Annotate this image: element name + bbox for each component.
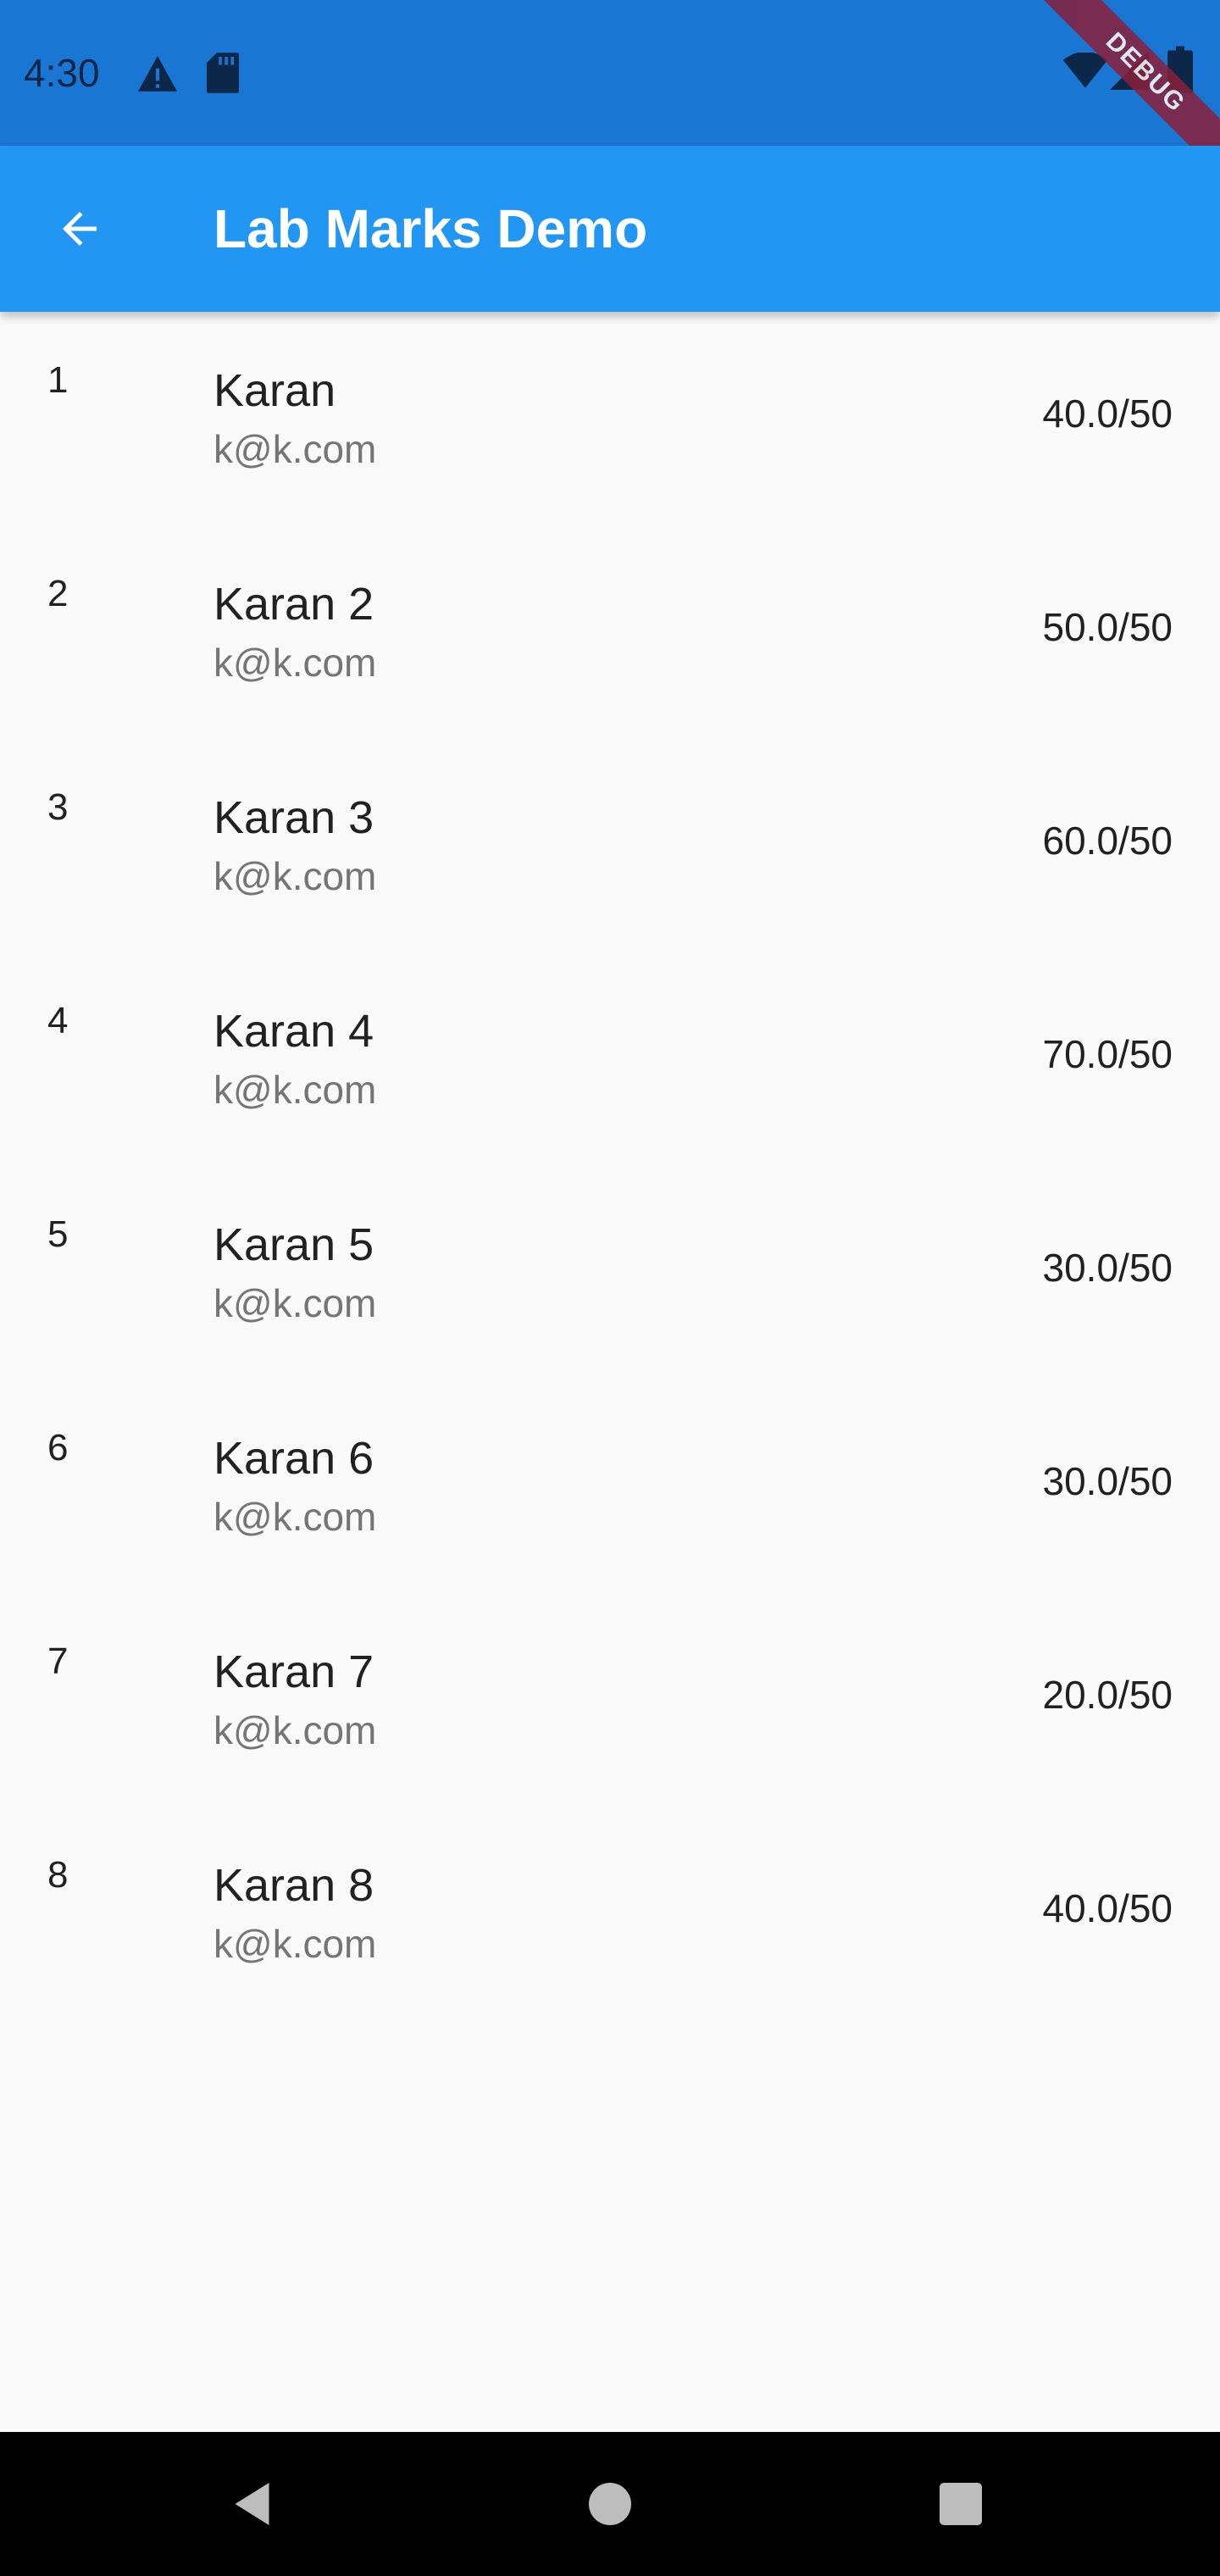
- student-marks: 40.0/50: [1042, 391, 1173, 436]
- student-name: Karan: [214, 365, 336, 416]
- list-item[interactable]: 7 Karan 7 k@k.com 20.0/50: [0, 1593, 1220, 1807]
- student-email: k@k.com: [214, 427, 377, 471]
- item-index: 5: [47, 1213, 69, 1255]
- student-email: k@k.com: [214, 1281, 377, 1325]
- navigation-bar: [0, 2432, 1220, 2576]
- student-marks: 60.0/50: [1042, 819, 1173, 863]
- list-item[interactable]: 1 Karan k@k.com 40.0/50: [0, 312, 1220, 525]
- list-item[interactable]: 8 Karan 8 k@k.com 40.0/50: [0, 1807, 1220, 2020]
- student-marks: 40.0/50: [1042, 1886, 1173, 1930]
- list-item[interactable]: 4 Karan 4 k@k.com 70.0/50: [0, 952, 1220, 1166]
- student-email: k@k.com: [214, 1708, 377, 1752]
- item-index: 3: [47, 786, 69, 828]
- student-marks: 30.0/50: [1042, 1246, 1173, 1290]
- student-name: Karan 4: [214, 1006, 374, 1057]
- nav-home-button[interactable]: [568, 2462, 652, 2546]
- list-item[interactable]: 5 Karan 5 k@k.com 30.0/50: [0, 1166, 1220, 1380]
- nav-recents-button[interactable]: [918, 2462, 1003, 2546]
- item-index: 2: [47, 573, 69, 614]
- status-bar: 4:30 DEBUG: [0, 0, 1220, 146]
- student-name: Karan 5: [214, 1219, 374, 1270]
- student-marks: 70.0/50: [1042, 1032, 1173, 1076]
- student-name: Karan 7: [214, 1646, 374, 1697]
- student-email: k@k.com: [214, 1068, 377, 1112]
- student-name: Karan 6: [214, 1433, 374, 1484]
- student-email: k@k.com: [214, 1495, 377, 1539]
- student-name: Karan 2: [214, 579, 374, 630]
- list-item[interactable]: 3 Karan 3 k@k.com 60.0/50: [0, 739, 1220, 952]
- list-item[interactable]: 2 Karan 2 k@k.com 50.0/50: [0, 525, 1220, 739]
- warning-icon: [138, 56, 177, 92]
- student-marks: 30.0/50: [1042, 1459, 1173, 1503]
- item-index: 7: [47, 1641, 69, 1682]
- student-email: k@k.com: [214, 854, 377, 898]
- back-triangle-icon: [235, 2483, 269, 2525]
- arrow-back-icon: [63, 212, 97, 246]
- status-time: 4:30: [24, 51, 100, 95]
- item-index: 8: [47, 1854, 69, 1896]
- recents-square-icon: [940, 2483, 982, 2525]
- item-index: 6: [47, 1427, 69, 1468]
- back-button[interactable]: [34, 183, 125, 275]
- student-name: Karan 3: [214, 792, 374, 843]
- student-name: Karan 8: [214, 1860, 374, 1911]
- student-email: k@k.com: [214, 641, 377, 685]
- item-index: 4: [47, 1000, 69, 1041]
- item-index: 1: [47, 359, 69, 401]
- student-marks: 20.0/50: [1042, 1673, 1173, 1717]
- home-circle-icon: [589, 2483, 631, 2525]
- app-bar: Lab Marks Demo: [0, 146, 1220, 312]
- list-item[interactable]: 6 Karan 6 k@k.com 30.0/50: [0, 1380, 1220, 1593]
- page-title: Lab Marks Demo: [214, 198, 648, 259]
- student-marks: 50.0/50: [1042, 605, 1173, 649]
- student-email: k@k.com: [214, 1922, 377, 1966]
- nav-back-button[interactable]: [212, 2462, 297, 2546]
- student-list: 1 Karan k@k.com 40.0/50 2 Karan 2 k@k.co…: [0, 312, 1220, 2020]
- sd-card-icon: [207, 53, 239, 93]
